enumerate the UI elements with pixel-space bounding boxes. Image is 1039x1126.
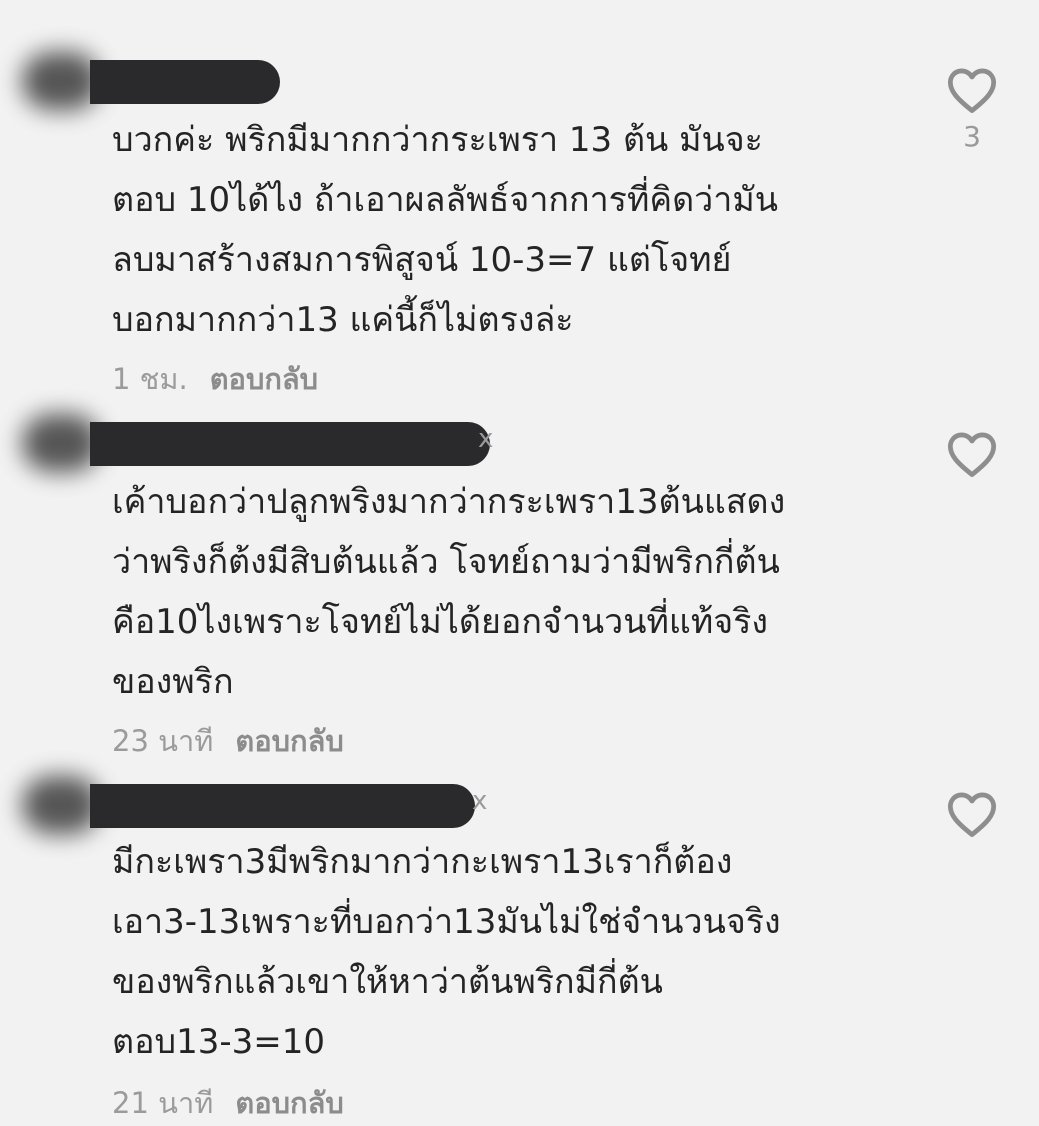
like-button[interactable] xyxy=(942,790,1002,844)
comment-timestamp: 21 นาที xyxy=(112,1086,214,1120)
username-redacted[interactable] xyxy=(90,784,475,828)
comment-text: มีกะเพรา3มีพริกมากว่ากะเพรา13เราก็ต้อง เ… xyxy=(112,842,781,1062)
comment-item: x มีกะเพรา3มีพริกมากว่ากะเพรา13เราก็ต้อง… xyxy=(0,0,1039,1126)
username-suffix: x xyxy=(472,786,488,816)
reply-button[interactable]: ตอบกลับ xyxy=(235,1080,343,1126)
heart-outline-icon xyxy=(947,792,997,837)
avatar[interactable] xyxy=(22,776,100,834)
comment-meta: 21 นาที ตอบกลับ xyxy=(112,1080,344,1126)
